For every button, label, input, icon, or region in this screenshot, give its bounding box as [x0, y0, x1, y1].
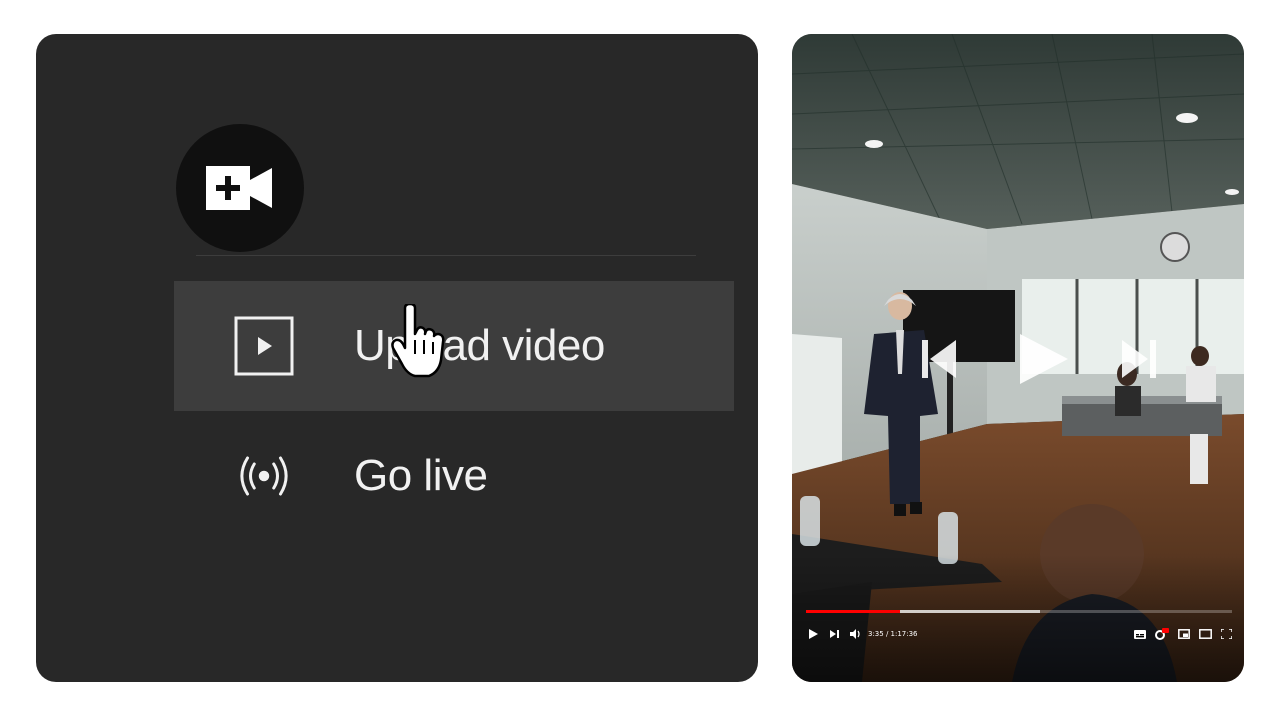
video-camera-plus-icon — [206, 166, 272, 210]
create-button[interactable] — [176, 124, 304, 252]
create-menu: Upload video Go live — [36, 34, 758, 682]
play-icon[interactable] — [1020, 334, 1068, 384]
video-player[interactable]: 3:35 / 1:17:36 — [792, 34, 1244, 682]
play-icon[interactable] — [806, 626, 820, 642]
play-box-icon — [234, 316, 294, 376]
hand-pointer-cursor-icon — [391, 304, 445, 378]
time-display: 3:35 / 1:17:36 — [868, 630, 918, 638]
next-icon[interactable] — [826, 626, 844, 642]
menu-divider — [196, 255, 696, 256]
player-controls: 3:35 / 1:17:36 — [806, 626, 1232, 642]
miniplayer-icon[interactable] — [1178, 626, 1190, 642]
live-broadcast-icon — [234, 446, 294, 506]
go-live-item[interactable]: Go live — [174, 411, 734, 541]
fullscreen-icon[interactable] — [1221, 626, 1232, 642]
settings-hd-icon[interactable] — [1155, 626, 1169, 642]
previous-icon[interactable] — [922, 336, 956, 382]
volume-icon[interactable] — [848, 626, 862, 642]
video-frame-classroom-scene — [792, 34, 1244, 682]
upload-video-item[interactable]: Upload video — [174, 281, 734, 411]
subtitles-icon[interactable] — [1134, 626, 1146, 642]
go-live-label: Go live — [354, 451, 488, 500]
next-icon[interactable] — [1122, 336, 1156, 382]
progress-bar[interactable] — [806, 610, 1232, 613]
progress-played — [806, 610, 900, 613]
theater-icon[interactable] — [1199, 626, 1212, 642]
